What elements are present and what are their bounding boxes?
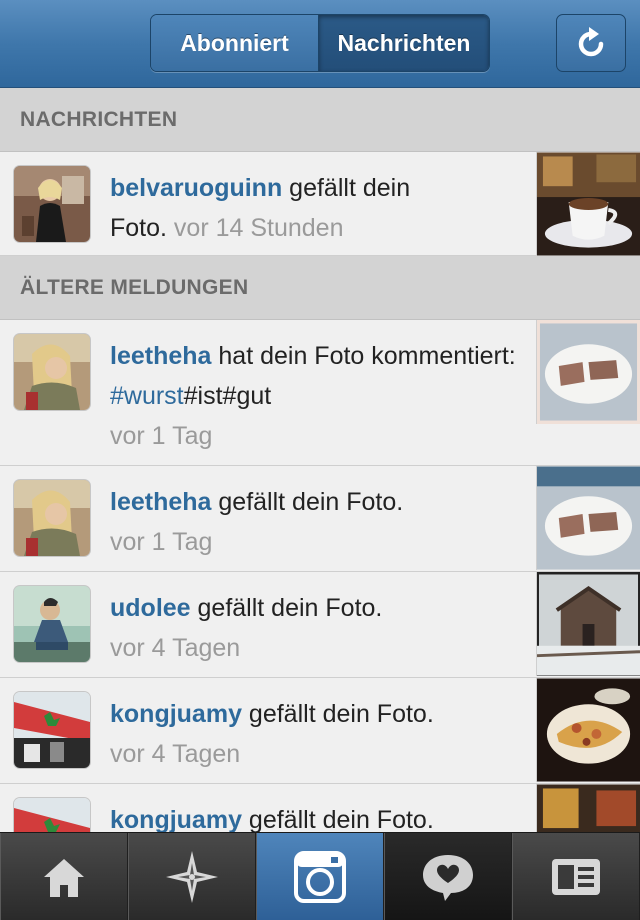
username-link[interactable]: belvaruoguinn — [110, 174, 282, 202]
notification-body: gefällt dein Foto. — [241, 700, 434, 728]
timestamp: vor 1 Tag — [110, 422, 213, 450]
username-link[interactable]: kongjuamy — [110, 700, 242, 728]
refresh-button[interactable] — [556, 14, 626, 72]
tab-camera[interactable] — [256, 833, 384, 920]
home-icon — [44, 858, 84, 897]
notification-body: gefällt dein Foto. — [190, 594, 383, 622]
notification-text: belvaruoguinn gefällt dein Foto. vor 14 … — [110, 168, 520, 248]
camera-icon — [294, 850, 346, 903]
section-header-older: ÄLTERE MELDUNGEN — [0, 256, 640, 320]
avatar[interactable] — [14, 334, 90, 410]
timestamp: vor 14 Stunden — [173, 214, 344, 242]
username-link[interactable]: udolee — [110, 594, 191, 622]
timestamp: vor 4 Tagen — [110, 740, 241, 768]
notification-text: kongjuamy gefällt dein Foto. vor 4 Tagen — [110, 694, 520, 774]
tab-profile[interactable] — [512, 833, 640, 920]
tab-news[interactable]: Nachrichten — [319, 15, 489, 71]
photo-thumbnail[interactable] — [536, 320, 640, 424]
segmented-control: Abonniert Nachrichten — [150, 14, 490, 72]
top-navigation-bar: Abonniert Nachrichten — [0, 0, 640, 88]
list-item[interactable]: belvaruoguinn gefällt dein Foto. vor 14 … — [0, 152, 640, 256]
list-item[interactable]: udolee gefällt dein Foto. vor 4 Tagen — [0, 572, 640, 678]
tab-home[interactable] — [0, 833, 128, 920]
tab-explore[interactable] — [128, 833, 256, 920]
news-icon — [423, 854, 473, 901]
photo-thumbnail[interactable] — [536, 466, 640, 570]
notification-text: leetheha hat dein Foto kommentiert: #wur… — [110, 336, 520, 456]
notification-body: gefällt dein Foto. — [241, 806, 434, 834]
avatar[interactable] — [14, 586, 90, 662]
username-link[interactable]: leetheha — [110, 342, 211, 370]
timestamp: vor 4 Tagen — [110, 634, 241, 662]
notification-text: leetheha gefällt dein Foto. vor 1 Tag — [110, 482, 520, 562]
avatar[interactable] — [14, 480, 90, 556]
avatar[interactable] — [14, 692, 90, 768]
username-link[interactable]: kongjuamy — [110, 806, 242, 834]
refresh-icon — [578, 27, 604, 57]
list-item[interactable]: leetheha hat dein Foto kommentiert: #wur… — [0, 320, 640, 466]
tab-news-feed[interactable] — [384, 833, 512, 920]
timestamp: vor 1 Tag — [110, 528, 213, 556]
hashtag-link[interactable]: #wurst — [110, 382, 184, 410]
notification-body: Foto. — [110, 214, 174, 242]
bottom-tab-bar — [0, 832, 640, 920]
list-item[interactable]: leetheha gefällt dein Foto. vor 1 Tag — [0, 466, 640, 572]
hashtag-text: #ist#gut — [183, 382, 272, 410]
section-header-news: NACHRICHTEN — [0, 88, 640, 152]
list-item[interactable]: kongjuamy gefällt dein Foto. vor 4 Tagen — [0, 678, 640, 784]
profile-icon — [552, 858, 600, 895]
notification-text: udolee gefällt dein Foto. vor 4 Tagen — [110, 588, 520, 668]
explore-icon — [166, 850, 218, 903]
photo-thumbnail[interactable] — [536, 572, 640, 676]
username-link[interactable]: leetheha — [110, 488, 211, 516]
tab-following[interactable]: Abonniert — [151, 15, 319, 71]
notification-body: hat dein Foto kommentiert: — [211, 342, 516, 370]
notification-body: gefällt dein — [282, 174, 411, 202]
notification-body: gefällt dein Foto. — [211, 488, 404, 516]
photo-thumbnail[interactable] — [536, 152, 640, 256]
photo-thumbnail[interactable] — [536, 678, 640, 782]
avatar[interactable] — [14, 166, 90, 242]
